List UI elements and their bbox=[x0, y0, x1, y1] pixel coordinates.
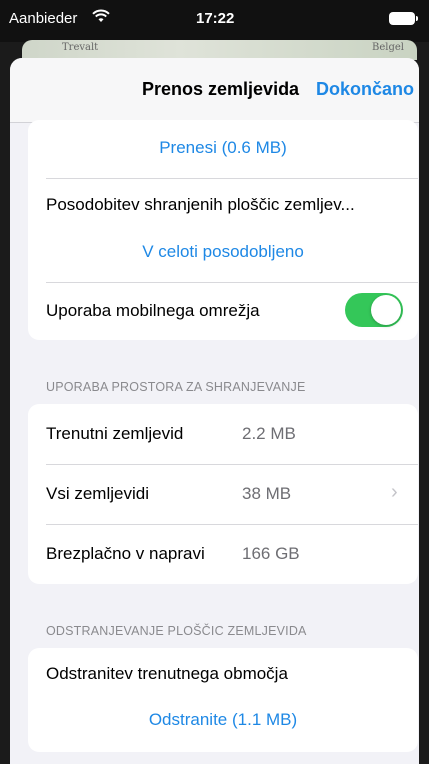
mobile-network-toggle[interactable] bbox=[345, 293, 403, 327]
map-label: Belgel bbox=[372, 42, 404, 53]
storage-value: 166 GB bbox=[242, 544, 300, 563]
download-row[interactable]: Prenesi (0.6 MB) bbox=[28, 120, 418, 178]
map-background: Trevalt Belgel bbox=[22, 40, 417, 60]
update-status-link[interactable]: V celoti posodobljeno bbox=[28, 242, 418, 262]
storage-section-header: UPORABA PROSTORA ZA SHRANJEVANJE bbox=[46, 380, 306, 394]
done-button[interactable]: Dokončano bbox=[316, 79, 414, 100]
remove-group: Odstranitev trenutnega območja Odstranit… bbox=[28, 648, 418, 752]
carrier-name: Aanbieder bbox=[9, 10, 78, 27]
battery-icon bbox=[389, 12, 418, 25]
remove-link-row[interactable]: Odstranite (1.1 MB) bbox=[28, 698, 418, 752]
wifi-icon bbox=[92, 9, 110, 27]
storage-row-free: Brezplačno v napravi 166 GB bbox=[28, 525, 418, 584]
clock: 17:22 bbox=[196, 10, 235, 27]
nav-bar: Prenos zemljevida Dokončano bbox=[10, 58, 419, 123]
download-sheet: Prenos zemljevida Dokončano Prenesi (0.6… bbox=[10, 58, 419, 764]
mobile-network-label: Uporaba mobilnega omrežja bbox=[46, 301, 260, 320]
update-tiles-row: Posodobitev shranjenih ploščic zemljev..… bbox=[28, 179, 418, 280]
storage-row-current: Trenutni zemljevid 2.2 MB bbox=[28, 404, 418, 464]
chevron-right-icon: › bbox=[391, 481, 398, 503]
storage-group: Trenutni zemljevid 2.2 MB Vsi zemljevidi… bbox=[28, 404, 418, 584]
storage-label: Vsi zemljevidi bbox=[46, 484, 149, 503]
toggle-knob bbox=[371, 295, 401, 325]
download-button[interactable]: Prenesi (0.6 MB) bbox=[28, 138, 418, 158]
storage-value: 2.2 MB bbox=[242, 424, 296, 443]
map-label: Trevalt bbox=[62, 42, 99, 53]
mobile-network-row: Uporaba mobilnega omrežja bbox=[28, 283, 418, 340]
storage-row-all-maps[interactable]: Vsi zemljevidi 38 MB › bbox=[28, 465, 418, 524]
remove-area-label: Odstranitev trenutnega območja bbox=[46, 664, 288, 683]
remove-area-row: Odstranitev trenutnega območja bbox=[28, 648, 418, 698]
remove-section-header: ODSTRANJEVANJE PLOŠČIC ZEMLJEVIDA bbox=[46, 624, 307, 638]
download-group: Prenesi (0.6 MB) Posodobitev shranjenih … bbox=[28, 120, 418, 340]
storage-label: Brezplačno v napravi bbox=[46, 544, 205, 563]
remove-button[interactable]: Odstranite (1.1 MB) bbox=[28, 710, 418, 730]
storage-value: 38 MB bbox=[242, 484, 292, 503]
status-bar: Aanbieder 17:22 bbox=[0, 0, 429, 42]
storage-label: Trenutni zemljevid bbox=[46, 424, 184, 443]
page-title: Prenos zemljevida bbox=[142, 79, 300, 99]
update-tiles-label: Posodobitev shranjenih ploščic zemljev..… bbox=[46, 195, 355, 214]
